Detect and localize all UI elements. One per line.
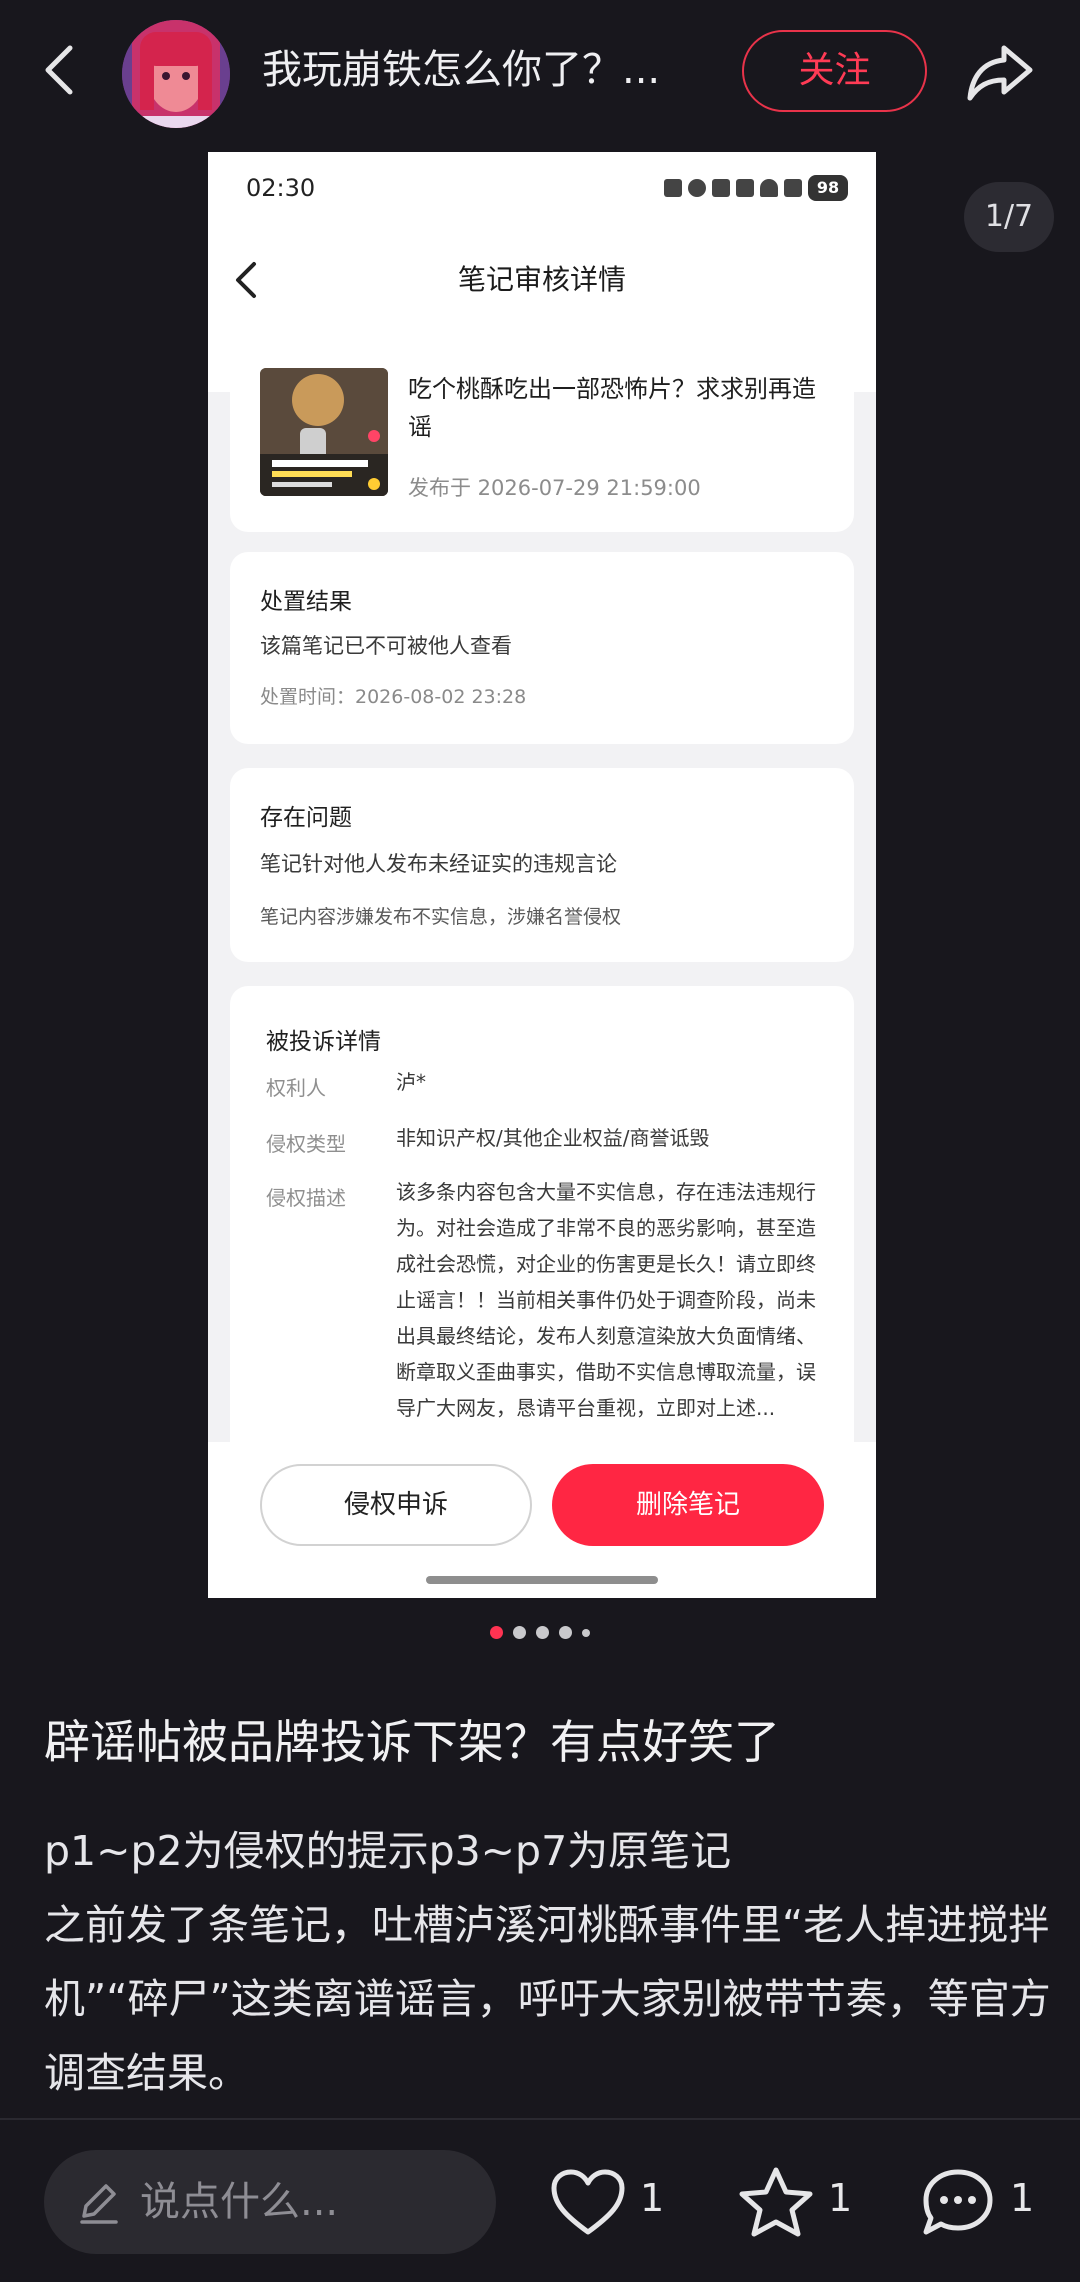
- carousel-indicator: [0, 1626, 1080, 1639]
- share-icon: [967, 45, 1033, 101]
- bed-icon: [712, 179, 730, 197]
- comment-icon: [923, 2169, 993, 2235]
- author-avatar[interactable]: [122, 20, 230, 128]
- status-bar: 02:30 98: [208, 152, 876, 232]
- type-label: 侵权类型: [266, 1132, 346, 1156]
- issue-item: 笔记内容涉嫌发布不实信息，涉嫌名誉侵权: [260, 906, 622, 928]
- edit-icon: [80, 2184, 118, 2224]
- comment-button[interactable]: 1: [918, 2160, 1048, 2244]
- result-time: 处置时间：2026-08-02 23:28: [260, 686, 527, 708]
- note-thumbnail: [260, 368, 388, 496]
- note-publish-date: 发布于 2026-07-29 21:59:00: [408, 476, 701, 500]
- image-counter: 1/7: [964, 182, 1054, 252]
- nav-title: 笔记审核详情: [457, 263, 626, 296]
- signal-icon: [784, 179, 802, 197]
- follow-button[interactable]: 关注: [742, 30, 927, 112]
- author-name[interactable]: 我玩崩铁怎么你了？...: [262, 38, 702, 102]
- top-bar: 我玩崩铁怎么你了？... 关注: [0, 0, 1080, 150]
- post-image[interactable]: 02:30 98 笔记审核详情 吃个桃酥吃出一部恐怖片？求求别再造谣 发布于 2…: [208, 152, 876, 1598]
- result-heading: 处置结果: [260, 589, 352, 615]
- comment-input[interactable]: 说点什么...: [44, 2150, 496, 2254]
- action-bar: 侵权申诉 删除笔记: [208, 1442, 876, 1598]
- star-icon: [739, 2167, 813, 2237]
- like-count: 1: [640, 2176, 665, 2220]
- note-title: 吃个桃酥吃出一部恐怖片？求求别再造谣: [408, 375, 816, 441]
- carousel-dot: [513, 1626, 526, 1639]
- status-icons: 98: [664, 172, 848, 204]
- appeal-button: 侵权申诉: [260, 1464, 532, 1546]
- divider: [0, 2118, 1080, 2120]
- home-indicator: [426, 1576, 658, 1584]
- desc-value: 该多条内容包含大量不实信息，存在违法违规行为。对社会造成了非常不良的恶劣影响，甚…: [396, 1180, 816, 1420]
- result-card: 处置结果 该篇笔记已不可被他人查看 处置时间：2026-08-02 23:28: [230, 552, 854, 744]
- like-button[interactable]: 1: [548, 2160, 678, 2244]
- favorite-button[interactable]: 1: [736, 2160, 866, 2244]
- comment-count: 1: [1010, 2176, 1035, 2220]
- post-title: 辟谣帖被品牌投诉下架？有点好笑了: [44, 1715, 780, 1769]
- delete-note-button: 删除笔记: [552, 1464, 824, 1546]
- status-time: 02:30: [246, 174, 316, 202]
- issues-heading: 存在问题: [260, 805, 352, 831]
- comment-placeholder: 说点什么...: [140, 2179, 339, 2225]
- post-body: p1~p2为侵权的提示p3~p7为原笔记 之前发了条笔记，吐槽泸溪河桃酥事件里“…: [44, 1814, 1054, 2110]
- mute-icon: [736, 179, 754, 197]
- post-line: 之前发了条笔记，吐槽泸溪河桃酥事件里“老人掉进搅拌机”“碎尸”这类离谱谣言，呼吁…: [44, 1901, 1051, 2097]
- avatar-image: [122, 20, 230, 128]
- type-value: 非知识产权/其他企业权益/商誉诋毁: [396, 1126, 710, 1150]
- result-text: 该篇笔记已不可被他人查看: [260, 634, 512, 658]
- share-button[interactable]: [962, 34, 1038, 110]
- carousel-dot: [559, 1626, 572, 1639]
- carousel-dot: [536, 1626, 549, 1639]
- issue-item: 笔记针对他人发布未经证实的违规言论: [260, 852, 617, 876]
- network-speed-icon: [664, 179, 682, 197]
- note-card: 吃个桃酥吃出一部恐怖片？求求别再造谣 发布于 2026-07-29 21:59:…: [230, 338, 854, 532]
- owner-value: 泸*: [396, 1070, 426, 1094]
- favorite-count: 1: [828, 2176, 853, 2220]
- carousel-dot: [582, 1628, 590, 1637]
- carousel-dot-active: [490, 1626, 503, 1639]
- desc-label: 侵权描述: [266, 1186, 346, 1210]
- post-line: p1~p2为侵权的提示p3~p7为原笔记: [44, 1827, 732, 1875]
- heart-icon: [551, 2169, 625, 2235]
- wifi-icon: [760, 179, 778, 197]
- issues-card: 存在问题 笔记针对他人发布未经证实的违规言论 笔记内容涉嫌发布不实信息，涉嫌名誉…: [230, 768, 854, 962]
- battery-icon: 98: [808, 175, 848, 201]
- back-button[interactable]: [36, 38, 84, 102]
- dnd-icon: [688, 179, 706, 197]
- complaint-heading: 被投诉详情: [266, 1029, 381, 1055]
- back-icon: [45, 45, 73, 95]
- owner-label: 权利人: [266, 1076, 326, 1100]
